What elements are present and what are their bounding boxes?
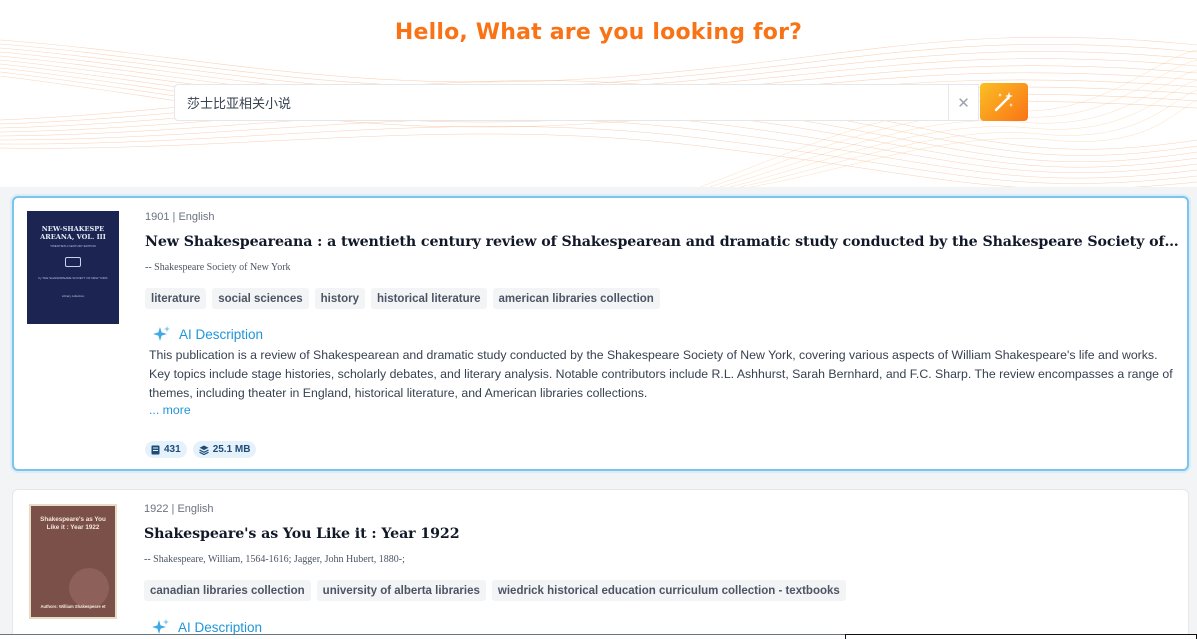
magic-wand-icon	[994, 92, 1013, 112]
cover-title: NEW-SHAKESPE AREANA, VOL. III	[40, 225, 106, 241]
more-link[interactable]: ... more	[149, 403, 191, 417]
result-card[interactable]: NEW-SHAKESPE AREANA, VOL. III TWENTIETH …	[12, 196, 1189, 471]
tag[interactable]: historical literature	[370, 288, 487, 309]
cover-emblem	[69, 568, 109, 608]
cover-title: Shakespeare's as You Like it : Year 1922	[40, 516, 106, 531]
tag[interactable]: social sciences	[212, 288, 309, 309]
tag-list: canadian libraries collection university…	[144, 580, 846, 601]
ai-description-text: This publication is a review of Shakespe…	[149, 348, 1173, 400]
bottom-edge	[0, 634, 1197, 639]
ai-description-label: AI Description	[178, 619, 263, 635]
sparkle-icon	[153, 326, 170, 341]
cover-emblem	[65, 257, 81, 267]
tag[interactable]: canadian libraries collection	[144, 580, 311, 601]
tag-list: literature social sciences history histo…	[145, 288, 660, 309]
stats-row: 431 25.1 MB	[145, 441, 257, 458]
page-count-badge: 431	[145, 441, 187, 458]
cover-subtitle: TWENTIETH CENTURY EDITION	[50, 244, 96, 248]
book-cover[interactable]: NEW-SHAKESPE AREANA, VOL. III TWENTIETH …	[27, 211, 119, 324]
layers-icon	[198, 445, 209, 455]
tag[interactable]: literature	[145, 288, 207, 309]
result-title[interactable]: Shakespeare's as You Like it : Year 1922	[144, 526, 1179, 542]
tag[interactable]: history	[314, 288, 365, 309]
search-input[interactable]	[175, 85, 948, 120]
cover-line: by THE SHAKESPEARE SOCIETY OF NEW YORK	[38, 276, 108, 280]
book-cover[interactable]: Shakespeare's as You Like it : Year 1922…	[29, 504, 117, 619]
result-author: -- Shakespeare, William, 1564-1616; Jagg…	[144, 554, 405, 565]
tag[interactable]: university of alberta libraries	[316, 580, 486, 601]
file-size-badge: 25.1 MB	[192, 441, 257, 458]
cover-bottom: Library collection	[61, 294, 85, 298]
ai-description-header: AI Description	[152, 325, 263, 343]
result-title[interactable]: New Shakespeareana : a twentieth century…	[145, 234, 1180, 250]
book-icon	[151, 445, 160, 454]
result-meta: 1901 | English	[145, 211, 215, 223]
result-meta: 1922 | English	[144, 503, 214, 515]
close-icon: ✕	[957, 94, 970, 112]
tag[interactable]: american libraries collection	[492, 288, 660, 309]
file-size: 25.1 MB	[212, 444, 251, 455]
page-title: Hello, What are you looking for?	[394, 20, 803, 45]
ai-description-label: AI Description	[179, 326, 264, 342]
ai-search-button[interactable]	[980, 83, 1028, 121]
page-count: 431	[164, 444, 181, 455]
clear-search-button[interactable]: ✕	[948, 85, 978, 120]
search-bar: ✕	[174, 84, 979, 121]
result-author: -- Shakespeare Society of New York	[145, 262, 291, 273]
tag[interactable]: wiedrick historical education curriculum…	[491, 580, 846, 601]
result-card[interactable]: Shakespeare's as You Like it : Year 1922…	[12, 489, 1189, 639]
cover-bottom: Authors: William Shakespeare et	[40, 604, 106, 609]
bottom-panel	[845, 634, 1197, 639]
